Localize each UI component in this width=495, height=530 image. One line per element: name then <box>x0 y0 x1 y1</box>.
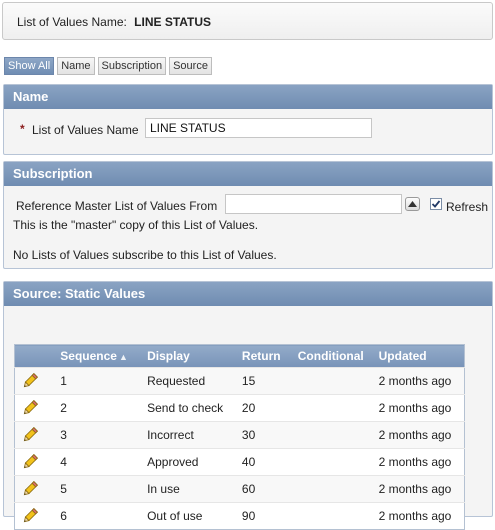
subscription-region: Subscription Reference Master List of Va… <box>3 161 493 269</box>
tab-show-all[interactable]: Show All <box>4 57 55 75</box>
edit-cell <box>14 367 55 395</box>
reference-master-input[interactable] <box>225 194 402 214</box>
conditional-cell <box>291 367 373 395</box>
return-cell: 20 <box>235 394 292 422</box>
return-cell: 90 <box>235 502 292 530</box>
pencil-icon[interactable] <box>21 480 39 498</box>
edit-cell <box>14 475 55 503</box>
table-header-row: Sequence ▲ Display Return Conditional Upd… <box>14 344 465 368</box>
lov-popup-button[interactable] <box>405 197 420 211</box>
return-cell: 15 <box>235 367 292 395</box>
pencil-icon[interactable] <box>21 426 39 444</box>
display-cell: Out of use <box>141 502 236 530</box>
sequence-cell: 6 <box>54 502 142 530</box>
lov-name-label: List of Values Name: <box>17 15 127 29</box>
subscribers-note: No Lists of Values subscribe to this Lis… <box>13 248 277 262</box>
tab-source[interactable]: Source <box>169 57 212 75</box>
conditional-cell <box>291 475 373 503</box>
column-header-updated[interactable]: Updated <box>372 344 465 368</box>
updated-cell: 2 months ago <box>372 394 465 422</box>
required-marker: * <box>20 122 25 136</box>
subscription-region-title: Subscription <box>4 162 492 186</box>
display-cell: Requested <box>141 367 236 395</box>
column-header-conditional[interactable]: Conditional <box>291 344 373 368</box>
edit-cell <box>14 502 55 530</box>
conditional-cell <box>291 502 373 530</box>
lov-name-field-label: List of Values Name <box>32 123 139 137</box>
pencil-icon[interactable] <box>21 372 39 390</box>
sort-ascending-icon: ▲ <box>118 352 128 362</box>
refresh-label: Refresh <box>446 200 489 214</box>
column-header-display[interactable]: Display <box>141 344 236 368</box>
name-region-title: Name <box>4 85 492 109</box>
conditional-cell <box>291 421 373 449</box>
sequence-cell: 5 <box>54 475 142 503</box>
table-row: 1 Requested 15 2 months ago <box>14 367 465 395</box>
display-cell: In use <box>141 475 236 503</box>
pencil-icon[interactable] <box>21 507 39 525</box>
display-cell: Send to check <box>141 394 236 422</box>
edit-column-header <box>14 344 55 368</box>
updated-cell: 2 months ago <box>372 502 465 530</box>
table-row: 3 Incorrect 30 2 months ago <box>14 421 465 449</box>
updated-cell: 2 months ago <box>372 421 465 449</box>
name-region: Name * List of Values Name <box>3 84 493 155</box>
column-header-sequence[interactable]: Sequence ▲ <box>54 344 142 368</box>
source-region-title: Source: Static Values <box>4 282 492 306</box>
edit-cell <box>14 421 55 449</box>
tab-subscription[interactable]: Subscription <box>97 57 167 75</box>
master-copy-note: This is the "master" copy of this List o… <box>13 218 259 232</box>
table-row: 2 Send to check 20 2 months ago <box>14 394 465 422</box>
return-cell: 60 <box>235 475 292 503</box>
display-cell: Incorrect <box>141 421 236 449</box>
page-title-bar: List of Values Name: LINE STATUS <box>2 2 493 40</box>
table-row: 4 Approved 40 2 months ago <box>14 448 465 476</box>
updated-cell: 2 months ago <box>372 448 465 476</box>
static-values-table: Sequence ▲ Display Return Conditional Upd… <box>14 344 465 530</box>
checkmark-icon <box>431 200 441 208</box>
column-header-return[interactable]: Return <box>235 344 292 368</box>
region-tabs: Show All Name Subscription Source <box>4 57 212 76</box>
updated-cell: 2 months ago <box>372 475 465 503</box>
pencil-icon[interactable] <box>21 453 39 471</box>
reference-master-label: Reference Master List of Values From <box>16 199 218 213</box>
column-header-sequence-label: Sequence <box>60 349 117 363</box>
return-cell: 30 <box>235 421 292 449</box>
display-cell: Approved <box>141 448 236 476</box>
lov-name-value: LINE STATUS <box>134 15 212 29</box>
sequence-cell: 3 <box>54 421 142 449</box>
updated-cell: 2 months ago <box>372 367 465 395</box>
edit-cell <box>14 394 55 422</box>
tab-name[interactable]: Name <box>57 57 95 75</box>
conditional-cell <box>291 394 373 422</box>
table-row: 5 In use 60 2 months ago <box>14 475 465 503</box>
sequence-cell: 1 <box>54 367 142 395</box>
sequence-cell: 2 <box>54 394 142 422</box>
return-cell: 40 <box>235 448 292 476</box>
refresh-checkbox[interactable] <box>430 198 442 210</box>
conditional-cell <box>291 448 373 476</box>
table-row: 6 Out of use 90 2 months ago <box>14 502 465 530</box>
triangle-up-icon <box>408 201 417 207</box>
sequence-cell: 4 <box>54 448 142 476</box>
source-region: Source: Static Values Sequence ▲ Display … <box>3 281 493 530</box>
lov-name-input[interactable] <box>145 118 372 138</box>
pencil-icon[interactable] <box>21 399 39 417</box>
edit-cell <box>14 448 55 476</box>
